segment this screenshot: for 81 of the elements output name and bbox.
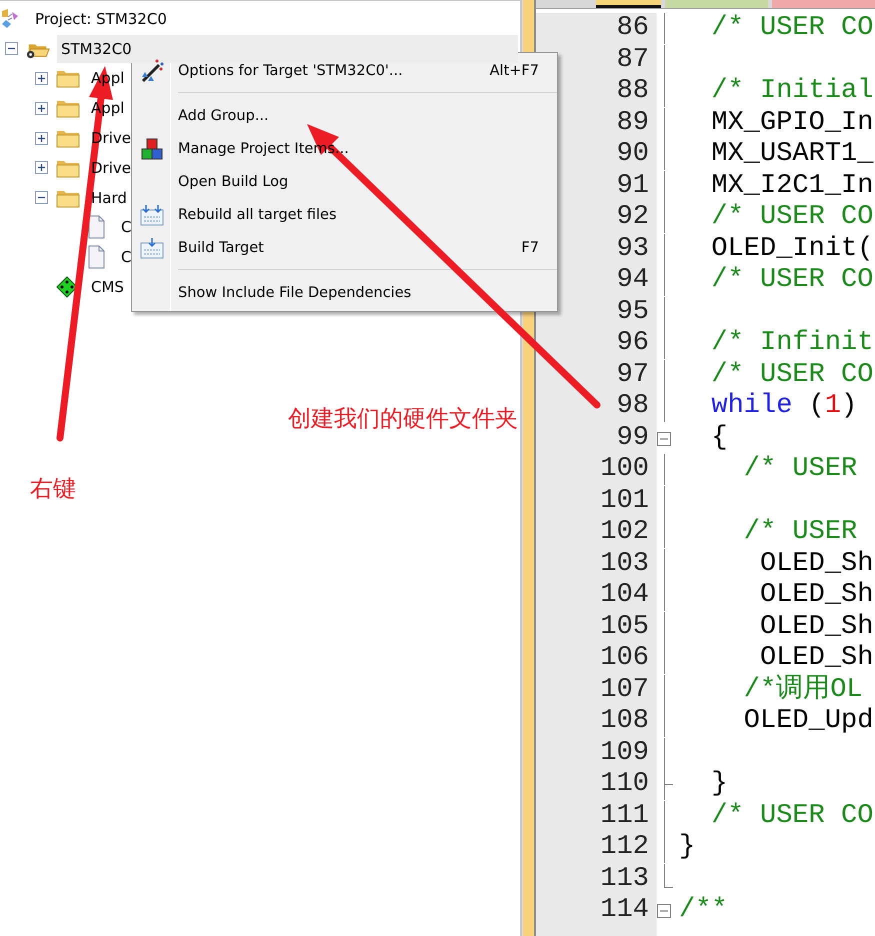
menu-item[interactable]: Add Group... bbox=[132, 99, 557, 132]
code-line: } bbox=[710, 769, 728, 799]
code-line: /* USER bbox=[742, 517, 858, 547]
blocks-icon bbox=[141, 138, 163, 160]
code-line: OLED_Upd bbox=[742, 706, 874, 736]
line-number: 105 bbox=[599, 612, 649, 643]
menu-item[interactable]: Show Include File Dependencies bbox=[132, 276, 557, 309]
line-number: 86 bbox=[616, 13, 649, 44]
collapse-icon[interactable] bbox=[657, 904, 671, 918]
line-number: 114 bbox=[599, 895, 649, 926]
code-line: { bbox=[710, 422, 728, 452]
expand-icon[interactable] bbox=[35, 72, 48, 85]
line-number: 93 bbox=[616, 234, 649, 265]
code-line: /*调用OL bbox=[742, 674, 863, 704]
code-line: OLED_Sh bbox=[759, 548, 874, 578]
code-line: /* USER bbox=[742, 454, 858, 484]
code-line: MX_USART1_ bbox=[710, 139, 874, 169]
expand-icon[interactable] bbox=[35, 161, 48, 174]
folder-icon bbox=[56, 128, 80, 148]
folder-icon bbox=[56, 68, 80, 88]
tree-item[interactable]: Hard bbox=[87, 184, 131, 212]
tree-item[interactable]: STM32C0 bbox=[57, 34, 518, 63]
expand-icon[interactable] bbox=[35, 102, 48, 115]
code-line: /* Initial bbox=[710, 76, 874, 106]
line-number: 111 bbox=[599, 800, 649, 832]
editor-tab[interactable] bbox=[596, 0, 662, 8]
code-line: OLED_Sh bbox=[759, 580, 874, 610]
collapse-icon[interactable] bbox=[5, 42, 18, 56]
annotation-text: 右键 bbox=[30, 475, 76, 504]
line-number: 87 bbox=[616, 44, 649, 76]
expand-icon[interactable] bbox=[35, 132, 48, 145]
line-number: 99 bbox=[616, 422, 649, 454]
build-icon bbox=[140, 236, 164, 258]
code-line: MX_I2C1_In bbox=[710, 170, 874, 200]
line-number: 96 bbox=[616, 328, 649, 360]
line-number: 89 bbox=[616, 108, 649, 139]
code-line: OLED_Sh bbox=[759, 643, 874, 673]
diamond-icon bbox=[56, 276, 78, 298]
tree-item[interactable]: CMS bbox=[87, 273, 128, 302]
line-number: 88 bbox=[616, 76, 649, 108]
line-number: 109 bbox=[599, 738, 649, 769]
collapse-icon[interactable] bbox=[35, 191, 48, 204]
folder-icon bbox=[56, 98, 80, 118]
code-line: /* USER CO bbox=[710, 360, 874, 390]
line-number: 108 bbox=[599, 706, 649, 738]
menu-item[interactable]: Open Build Log bbox=[132, 165, 557, 198]
line-number: 97 bbox=[616, 360, 649, 391]
line-number: 95 bbox=[616, 296, 649, 328]
line-number: 103 bbox=[599, 548, 649, 580]
line-number: 113 bbox=[599, 864, 649, 895]
code-line: /* USER CO bbox=[710, 13, 874, 43]
line-number: 101 bbox=[599, 486, 649, 517]
line-number: 107 bbox=[599, 674, 649, 706]
build-icon bbox=[140, 204, 164, 226]
code-line: } bbox=[679, 832, 696, 862]
wand-icon bbox=[139, 58, 165, 84]
code-line: OLED_Init( bbox=[710, 234, 874, 264]
tree-item[interactable]: Project: STM32C0 bbox=[31, 4, 171, 33]
file-icon bbox=[86, 215, 106, 240]
code-line: /* USER CO bbox=[710, 800, 874, 830]
line-number: 92 bbox=[616, 202, 649, 234]
code-line: /* USER CO bbox=[710, 265, 874, 295]
line-number: 110 bbox=[599, 769, 649, 800]
code-line: /* USER CO bbox=[710, 202, 874, 232]
line-number: 98 bbox=[616, 391, 649, 422]
line-number: 106 bbox=[599, 643, 649, 674]
line-number: 100 bbox=[599, 454, 649, 486]
line-number: 104 bbox=[599, 580, 649, 612]
code-line: /* Infinit bbox=[710, 328, 874, 358]
code-line: OLED_Sh bbox=[759, 612, 874, 642]
collapse-icon[interactable] bbox=[657, 432, 671, 446]
code-line: while (1) bbox=[710, 391, 858, 421]
line-number: 102 bbox=[599, 517, 649, 548]
line-number: 91 bbox=[616, 170, 649, 202]
code-line: MX_GPIO_In bbox=[710, 108, 874, 138]
line-number: 94 bbox=[616, 265, 649, 296]
file-icon bbox=[86, 245, 106, 270]
line-number: 112 bbox=[599, 832, 649, 864]
code-line: /** bbox=[679, 895, 728, 925]
annotation-text: 创建我们的硬件文件夹 bbox=[288, 405, 518, 434]
line-number: 90 bbox=[616, 139, 649, 170]
